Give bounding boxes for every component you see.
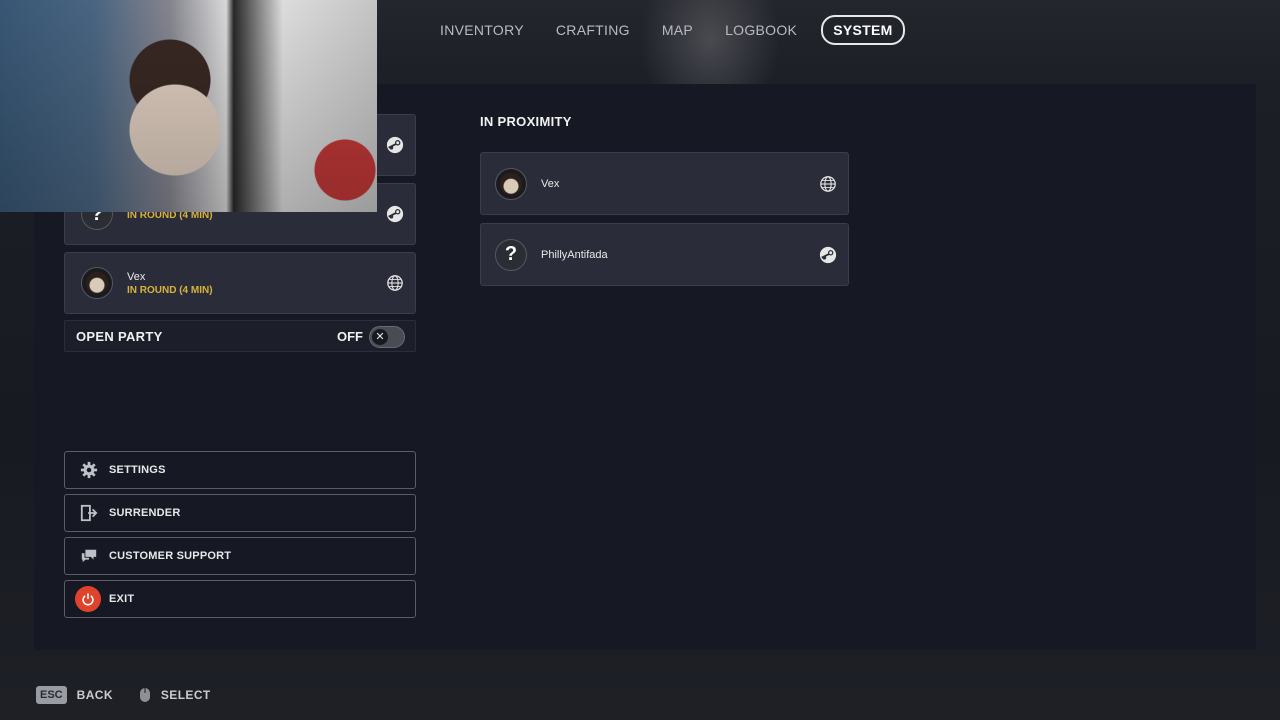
- power-icon: [75, 586, 101, 612]
- proximity-player-name: PhillyAntifada: [541, 248, 608, 261]
- tab-map[interactable]: MAP: [650, 15, 705, 45]
- footer-hints: ESC BACK SELECT: [36, 684, 211, 706]
- proximity-player-card[interactable]: Vex: [480, 152, 849, 215]
- customer-support-label: CUSTOMER SUPPORT: [109, 550, 232, 562]
- unknown-avatar-icon: ?: [495, 238, 527, 271]
- exit-label: EXIT: [109, 593, 135, 605]
- globe-icon: [387, 275, 403, 291]
- settings-label: SETTINGS: [109, 464, 166, 476]
- top-navigation: INVENTORY CRAFTING MAP LOGBOOK SYSTEM: [428, 15, 913, 45]
- tab-logbook[interactable]: LOGBOOK: [713, 15, 809, 45]
- globe-icon: [820, 175, 836, 192]
- steam-icon: [386, 205, 404, 223]
- open-party-label: OPEN PARTY: [76, 328, 163, 344]
- party-member-name: Vex: [127, 270, 146, 283]
- tab-inventory[interactable]: INVENTORY: [428, 15, 536, 45]
- webcam-overlay: [0, 0, 377, 212]
- settings-button[interactable]: SETTINGS: [64, 451, 416, 489]
- mouse-icon: [139, 688, 150, 702]
- exit-button[interactable]: EXIT: [64, 580, 416, 618]
- proximity-player-card[interactable]: ? PhillyAntifada: [480, 223, 849, 286]
- exit-door-icon: [79, 503, 99, 523]
- back-hint[interactable]: BACK: [77, 688, 113, 702]
- surrender-label: SURRENDER: [109, 507, 181, 519]
- party-member-card[interactable]: Vex IN ROUND (4 MIN): [64, 252, 416, 314]
- avatar: [81, 267, 113, 299]
- steam-icon: [386, 136, 404, 154]
- esc-key: ESC: [36, 686, 67, 704]
- proximity-title: IN PROXIMITY: [480, 114, 572, 129]
- tab-system[interactable]: SYSTEM: [821, 15, 905, 45]
- steam-icon: [819, 246, 837, 263]
- avatar: [495, 167, 527, 200]
- open-party-toggle[interactable]: ✕: [369, 326, 405, 348]
- select-hint[interactable]: SELECT: [161, 688, 211, 702]
- open-party-state: OFF: [337, 328, 363, 344]
- surrender-button[interactable]: SURRENDER: [64, 494, 416, 532]
- customer-support-button[interactable]: CUSTOMER SUPPORT: [64, 537, 416, 575]
- party-member-status: IN ROUND (4 MIN): [127, 284, 213, 296]
- gear-icon: [79, 460, 99, 480]
- tab-crafting[interactable]: CRAFTING: [544, 15, 642, 45]
- chat-bubbles-icon: [79, 546, 99, 566]
- proximity-player-name: Vex: [541, 177, 560, 190]
- close-icon: ✕: [372, 329, 388, 345]
- open-party-row: OPEN PARTY OFF ✕: [64, 320, 416, 352]
